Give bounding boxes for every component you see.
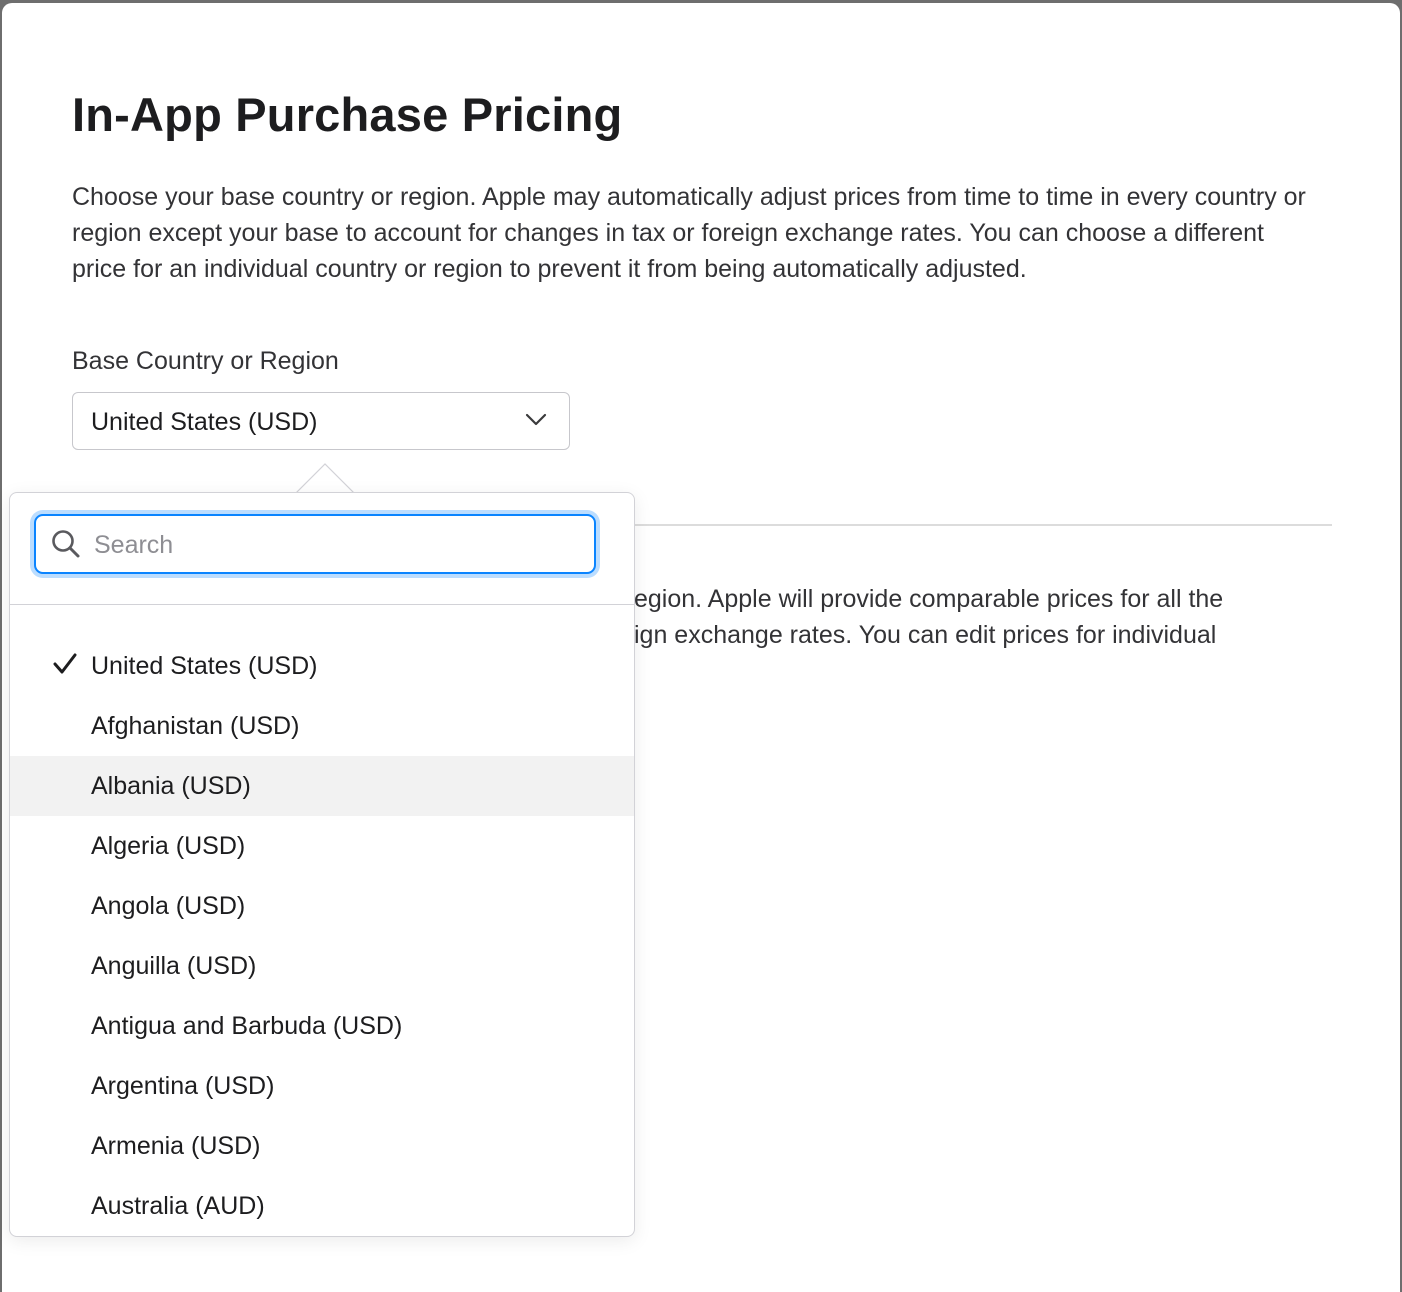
option-label: Armenia (USD) [91, 1132, 261, 1160]
popover-separator [10, 604, 634, 605]
option-label: Australia (AUD) [91, 1192, 265, 1220]
base-country-label: Base Country or Region [72, 347, 339, 375]
option-label: Angola (USD) [91, 892, 246, 920]
option-australia[interactable]: Australia (AUD) [10, 1176, 634, 1236]
option-label: Afghanistan (USD) [91, 712, 300, 740]
option-label: Algeria (USD) [91, 832, 246, 860]
search-input[interactable] [92, 524, 576, 566]
option-antigua-and-barbuda[interactable]: Antigua and Barbuda (USD) [10, 996, 634, 1056]
base-country-select[interactable]: United States (USD) [72, 392, 570, 450]
option-algeria[interactable]: Algeria (USD) [10, 816, 634, 876]
option-united-states[interactable]: United States (USD) [10, 636, 634, 696]
base-country-value: United States (USD) [91, 408, 318, 436]
country-option-list: United States (USD) Afghanistan (USD) Al… [10, 636, 634, 1236]
option-label: Albania (USD) [91, 772, 251, 800]
option-anguilla[interactable]: Anguilla (USD) [10, 936, 634, 996]
option-albania[interactable]: Albania (USD) [10, 756, 634, 816]
option-argentina[interactable]: Argentina (USD) [10, 1056, 634, 1116]
popover-arrow [296, 463, 354, 494]
checkmark-icon [53, 653, 77, 674]
option-armenia[interactable]: Armenia (USD) [10, 1116, 634, 1176]
option-label: Antigua and Barbuda (USD) [91, 1012, 403, 1040]
option-label: United States (USD) [91, 652, 318, 680]
country-dropdown-popover: United States (USD) Afghanistan (USD) Al… [9, 492, 635, 1237]
search-icon [52, 530, 80, 558]
page-title: In-App Purchase Pricing [72, 88, 623, 141]
option-label: Argentina (USD) [91, 1072, 275, 1100]
option-angola[interactable]: Angola (USD) [10, 876, 634, 936]
option-afghanistan[interactable]: Afghanistan (USD) [10, 696, 634, 756]
option-label: Anguilla (USD) [91, 952, 257, 980]
intro-text: Choose your base country or region. Appl… [72, 183, 1306, 283]
chevron-down-icon [525, 413, 547, 426]
search-field[interactable] [34, 514, 596, 574]
